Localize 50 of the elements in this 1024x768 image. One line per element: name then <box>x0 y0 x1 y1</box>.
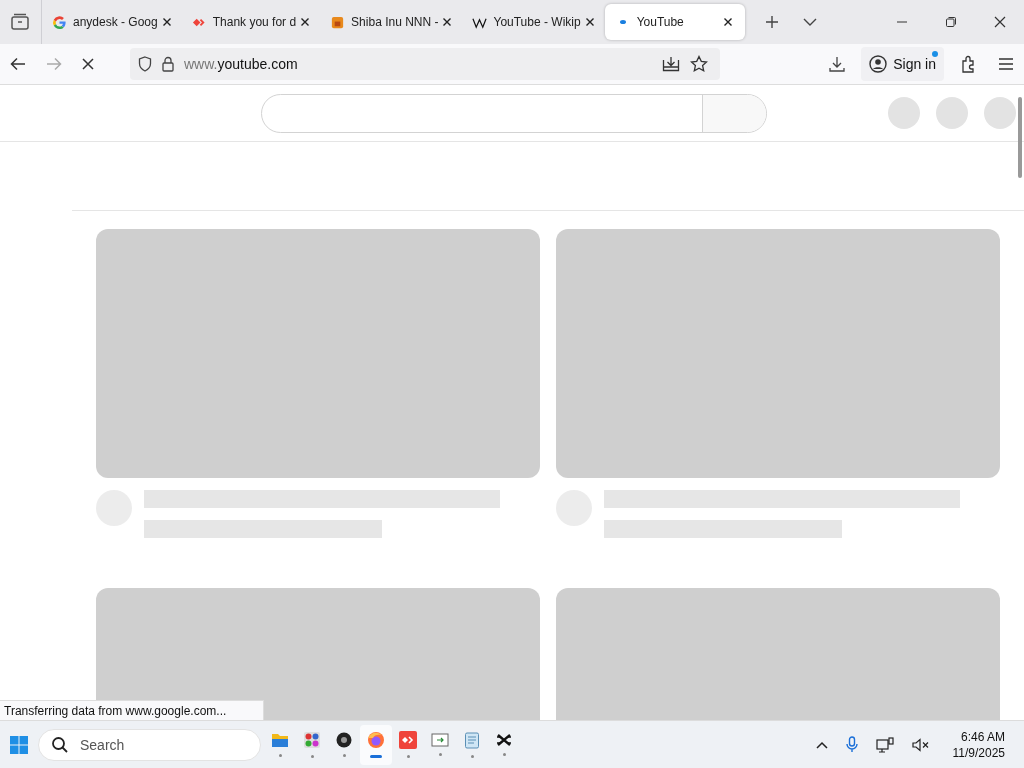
new-tab-icon[interactable] <box>764 15 779 29</box>
capcut-icon <box>496 733 512 747</box>
network-icon[interactable] <box>875 736 894 753</box>
menu-icon[interactable] <box>998 57 1014 71</box>
notepad-icon <box>464 731 480 749</box>
clock-time[interactable]: 6:46 AM <box>960 728 1005 745</box>
disc-icon <box>336 732 352 748</box>
close-icon[interactable] <box>442 17 453 27</box>
address-bar[interactable]: www.youtube.com <box>130 48 720 80</box>
close-icon[interactable] <box>722 17 733 27</box>
tab-list-icon[interactable] <box>10 13 30 31</box>
stop-icon[interactable] <box>82 58 94 70</box>
shiba-icon <box>330 14 346 30</box>
browser-tab[interactable]: YouTube <box>604 4 745 40</box>
restore-icon[interactable] <box>945 16 957 28</box>
lock-icon <box>162 56 174 72</box>
browser-tab[interactable]: Thank you for d <box>185 4 317 40</box>
url-text: www.youtube.com <box>184 56 298 72</box>
star-icon[interactable] <box>690 55 708 73</box>
scrollbar-thumb[interactable] <box>1018 97 1022 178</box>
placeholder-circle <box>984 97 1016 129</box>
taskbar-search-field[interactable]: Search <box>38 728 261 761</box>
microphone-icon[interactable] <box>845 736 858 753</box>
chevron-down-icon[interactable] <box>802 17 817 27</box>
muted-speaker-icon[interactable] <box>911 737 930 752</box>
sign-in-button[interactable]: Sign in <box>861 47 944 81</box>
status-text: Transferring data from www.google.com... <box>0 700 264 720</box>
placeholder-circle <box>888 97 920 129</box>
close-icon[interactable] <box>994 16 1006 28</box>
clock-date[interactable]: 11/9/2025 <box>952 744 1005 761</box>
close-icon[interactable] <box>300 17 311 27</box>
search-icon <box>51 735 69 754</box>
install-icon[interactable] <box>662 56 680 72</box>
browser-tab[interactable]: Shiba Inu NNN - <box>324 4 459 40</box>
app-grid-icon <box>303 731 321 749</box>
google-icon <box>52 14 67 30</box>
close-icon[interactable] <box>584 17 595 27</box>
folder-icon <box>271 732 289 748</box>
back-icon[interactable] <box>10 57 26 71</box>
shield-icon <box>138 56 152 72</box>
browser-tab[interactable]: anydesk - Goog <box>46 4 178 40</box>
loading-icon <box>618 19 627 25</box>
browser-tab[interactable]: YouTube - Wikip <box>466 4 601 40</box>
windows-start-icon[interactable] <box>9 734 29 755</box>
account-icon <box>869 55 888 73</box>
firefox-icon <box>367 731 385 749</box>
placeholder-circle <box>936 97 968 129</box>
close-icon[interactable] <box>161 17 172 27</box>
chevron-up-icon[interactable] <box>815 740 828 749</box>
download-icon[interactable] <box>829 56 846 72</box>
